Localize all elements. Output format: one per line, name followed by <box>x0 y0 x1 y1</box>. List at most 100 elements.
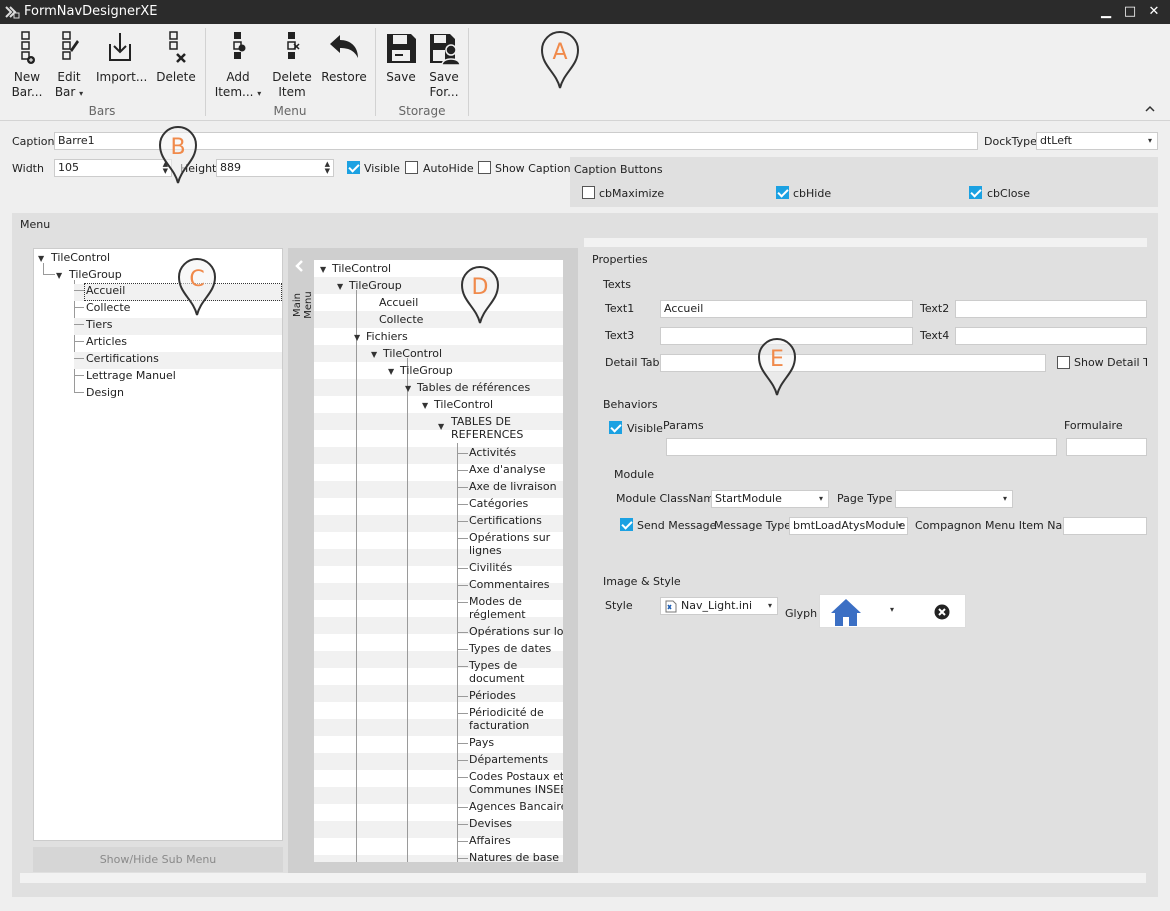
tree-line <box>74 375 84 376</box>
new-bar-button[interactable]: New Bar... <box>8 30 46 100</box>
tree-node[interactable]: document <box>469 671 525 687</box>
tree-node[interactable]: REFERENCES <box>451 427 523 443</box>
tree-node[interactable]: Tiers <box>86 317 112 333</box>
width-spin-input[interactable]: 105 ▲ ▼ <box>54 159 172 177</box>
tree-node[interactable]: TileControl <box>332 261 391 277</box>
chevron-left-icon[interactable] <box>294 259 304 273</box>
text2-input[interactable] <box>955 300 1147 318</box>
cbmaximize-checkbox[interactable] <box>582 186 595 199</box>
add-item-button[interactable]: Add Item... ▾ <box>214 30 262 101</box>
formulaire-input[interactable] <box>1066 438 1147 456</box>
tree-node[interactable]: Agences Bancaires <box>469 799 563 815</box>
collapse-ribbon-icon[interactable] <box>1144 104 1156 114</box>
clear-circle-icon[interactable] <box>934 604 950 620</box>
tree-line <box>458 632 468 633</box>
message-type-select[interactable]: bmtLoadAtysModule ▾ <box>789 517 908 535</box>
tree-node[interactable]: Affaires <box>469 833 511 849</box>
edit-bar-label-2: Bar ▾ <box>54 85 84 99</box>
tree-node[interactable]: Design <box>86 385 124 401</box>
tree-node[interactable]: Communes INSEE <box>469 782 563 798</box>
expand-triangle-icon[interactable]: ▼ <box>371 350 377 359</box>
tree-node[interactable]: Départements <box>469 752 548 768</box>
edit-bar-button[interactable]: Edit Bar ▾ <box>52 30 86 101</box>
docktype-select[interactable]: dtLeft ▾ <box>1036 132 1158 150</box>
tree-node[interactable]: Lettrage Manuel <box>86 368 176 384</box>
height-spin-input[interactable]: 889 ▲ ▼ <box>216 159 334 177</box>
dropdown-arrow-icon[interactable]: ▾ <box>890 605 894 614</box>
expand-triangle-icon[interactable]: ▼ <box>320 265 326 274</box>
save-for-user-icon <box>430 34 461 66</box>
cbhide-checkbox[interactable] <box>776 186 789 199</box>
tree-node[interactable]: Pays <box>469 735 494 751</box>
show-caption-checkbox[interactable] <box>478 161 491 174</box>
show-detail-checkbox[interactable] <box>1057 356 1070 369</box>
save-button[interactable]: Save <box>382 30 420 85</box>
tree-node[interactable]: réglement <box>469 607 526 623</box>
glyph-picker[interactable]: ▾ <box>819 594 966 628</box>
tree-node[interactable]: TileControl <box>434 397 493 413</box>
behavior-visible-checkbox[interactable] <box>609 421 622 434</box>
page-type-select[interactable]: ▾ <box>895 490 1013 508</box>
close-button[interactable]: ✕ <box>1144 2 1164 22</box>
tree-node[interactable]: TileGroup <box>349 278 402 294</box>
cbclose-checkbox[interactable] <box>969 186 982 199</box>
tree-node[interactable]: Certifications <box>86 351 159 367</box>
module-title: Module <box>614 468 654 481</box>
send-message-checkbox[interactable] <box>620 518 633 531</box>
delete-button[interactable]: Delete <box>156 30 196 85</box>
tree-node[interactable]: Devises <box>469 816 512 832</box>
tree-node[interactable]: Axe d'analyse <box>469 462 545 478</box>
tree-node[interactable]: Catégories <box>469 496 528 512</box>
tree-node[interactable]: lignes <box>469 543 502 559</box>
expand-triangle-icon[interactable]: ▼ <box>405 384 411 393</box>
tree-node[interactable]: Accueil <box>86 283 125 299</box>
text1-input[interactable]: Accueil <box>660 300 913 318</box>
import-button[interactable]: Import... <box>96 30 147 85</box>
show-hide-submenu-button[interactable]: Show/Hide Sub Menu <box>33 847 283 872</box>
tree-node[interactable]: facturation <box>469 718 529 734</box>
tree-node[interactable]: Collecte <box>86 300 130 316</box>
main-menu-tree[interactable]: ▼ TileControl ▼ TileGroup Accueil Collecte ▼ Fi… <box>314 260 563 862</box>
tree-line <box>458 807 468 808</box>
tree-node[interactable]: Collecte <box>379 312 423 328</box>
tree-node[interactable]: Natures de base <box>469 850 559 862</box>
visible-checkbox[interactable] <box>347 161 360 174</box>
text4-input[interactable] <box>955 327 1147 345</box>
group-separator <box>375 28 376 116</box>
detail-tab-input[interactable] <box>660 354 1046 372</box>
expand-triangle-icon[interactable]: ▼ <box>337 282 343 291</box>
tree-node[interactable]: Opérations sur lots <box>469 624 563 640</box>
delete-item-button[interactable]: Delete Item <box>270 30 314 100</box>
tree-node[interactable]: Axe de livraison <box>469 479 557 495</box>
cbmaximize-label: cbMaximize <box>599 187 665 200</box>
tree-node[interactable]: Articles <box>86 334 127 350</box>
restore-button[interactable]: Restore <box>320 30 368 85</box>
style-select[interactable]: Nav_Light.ini ▾ <box>660 597 778 615</box>
tree-node[interactable]: Périodes <box>469 688 516 704</box>
tree-node[interactable]: Activités <box>469 445 516 461</box>
params-input[interactable] <box>666 438 1057 456</box>
expand-triangle-icon[interactable]: ▼ <box>438 422 444 431</box>
module-classname-select[interactable]: StartModule ▾ <box>711 490 829 508</box>
tree-line <box>458 453 468 454</box>
tree-node[interactable]: Certifications <box>469 513 542 529</box>
maximize-button[interactable]: □ <box>1120 2 1140 22</box>
expand-triangle-icon[interactable]: ▼ <box>422 401 428 410</box>
spin-arrows-icon[interactable]: ▲ ▼ <box>325 161 330 175</box>
save-for-button[interactable]: Save For... <box>424 30 464 100</box>
expand-triangle-icon[interactable]: ▼ <box>354 333 360 342</box>
text3-label: Text3 <box>605 329 635 342</box>
expand-triangle-icon[interactable]: ▼ <box>388 367 394 376</box>
tree-node[interactable]: TileGroup <box>400 363 453 379</box>
compagnon-input[interactable] <box>1063 517 1147 535</box>
tree-line <box>407 358 408 862</box>
autohide-checkbox[interactable] <box>405 161 418 174</box>
minimize-button[interactable]: ▁ <box>1096 2 1116 22</box>
tree-node[interactable]: Accueil <box>379 295 418 311</box>
tree-node[interactable]: TileControl <box>383 346 442 362</box>
tree-node[interactable]: Tables de références <box>417 380 530 396</box>
tree-node[interactable]: Fichiers <box>366 329 408 345</box>
tree-node[interactable]: Types de dates <box>469 641 551 657</box>
tree-node[interactable]: Civilités <box>469 560 512 576</box>
tree-node[interactable]: Commentaires <box>469 577 549 593</box>
